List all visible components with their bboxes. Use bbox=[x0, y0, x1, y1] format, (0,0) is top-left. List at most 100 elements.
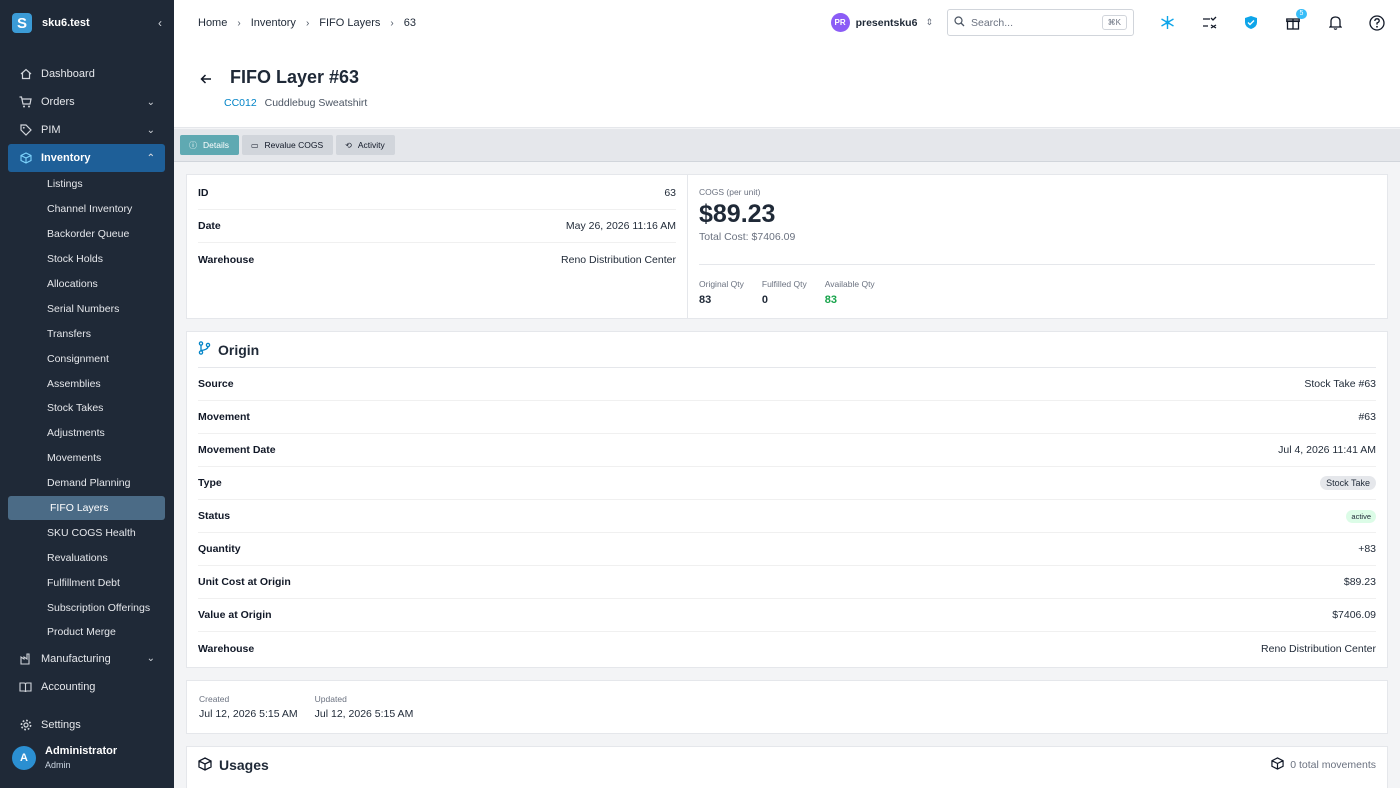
sidebar-sub-stock-takes[interactable]: Stock Takes bbox=[8, 396, 165, 421]
sidebar-sub-serial-numbers[interactable]: Serial Numbers bbox=[8, 296, 165, 321]
sidebar-sub-stock-holds[interactable]: Stock Holds bbox=[8, 247, 165, 272]
created-block: Created Jul 12, 2026 5:15 AM bbox=[199, 694, 298, 720]
breadcrumb-inventory[interactable]: Inventory bbox=[251, 17, 296, 29]
sidebar-item-inventory[interactable]: Inventory ⌃ bbox=[8, 144, 165, 172]
book-icon bbox=[19, 680, 32, 693]
user-menu[interactable]: A Administrator Admin bbox=[12, 745, 117, 770]
back-arrow-icon[interactable] bbox=[200, 72, 212, 88]
box-icon bbox=[198, 756, 212, 774]
movement-link[interactable]: #63 bbox=[1358, 411, 1376, 423]
sidebar: S sku6.test ‹ Dashboard Orders ⌄ PIM ⌄ I… bbox=[0, 0, 174, 788]
summary-details: ID 63 Date May 26, 2026 11:16 AM Warehou… bbox=[187, 177, 687, 276]
top-bar-actions: PR presentsku6 ⇕ Search... ⌘K 5 bbox=[830, 8, 1386, 36]
breadcrumb-fifo-layers[interactable]: FIFO Layers bbox=[319, 17, 380, 29]
origin-row-status: Status active bbox=[198, 500, 1376, 533]
tab-details[interactable]: ⓘ Details bbox=[180, 135, 239, 155]
chevron-up-icon: ⌃ bbox=[146, 152, 155, 164]
sidebar-sub-fulfillment-debt[interactable]: Fulfillment Debt bbox=[8, 570, 165, 595]
user-name: Administrator bbox=[45, 745, 118, 757]
usages-card: Usages 0 total movements bbox=[186, 746, 1388, 788]
updated-block: Updated Jul 12, 2026 5:15 AM bbox=[314, 694, 414, 720]
sidebar-sub-subscription-offerings[interactable]: Subscription Offerings bbox=[8, 595, 165, 620]
origin-row-value: Value at Origin $7406.09 bbox=[198, 599, 1376, 632]
origin-title: Origin bbox=[218, 341, 260, 358]
avatar: A bbox=[12, 745, 36, 770]
usages-header: Usages 0 total movements bbox=[198, 747, 1376, 783]
detail-row-warehouse: Warehouse Reno Distribution Center bbox=[198, 253, 676, 266]
breadcrumb-home[interactable]: Home bbox=[198, 17, 227, 29]
sidebar-sub-demand-planning[interactable]: Demand Planning bbox=[8, 471, 165, 496]
snowflake-icon[interactable] bbox=[1158, 14, 1176, 32]
logo: S bbox=[12, 13, 32, 33]
sidebar-item-accounting[interactable]: Accounting bbox=[8, 673, 165, 701]
box-icon bbox=[1271, 757, 1284, 773]
help-icon[interactable] bbox=[1368, 14, 1386, 32]
sidebar-item-pim[interactable]: PIM ⌄ bbox=[8, 116, 165, 144]
inventory-submenu: Listings Channel Inventory Backorder Que… bbox=[8, 172, 165, 645]
info-icon: ⓘ bbox=[189, 140, 197, 150]
cogs-value: $89.23 bbox=[699, 200, 776, 228]
home-icon bbox=[19, 68, 32, 81]
shield-icon[interactable] bbox=[1242, 14, 1260, 32]
original-qty: Original Qty 83 bbox=[699, 279, 744, 306]
origin-warehouse-link[interactable]: Reno Distribution Center bbox=[1261, 643, 1376, 655]
search-shortcut: ⌘K bbox=[1101, 15, 1127, 30]
origin-row-source: Source Stock Take #63 bbox=[198, 368, 1376, 401]
chevron-right-icon: › bbox=[237, 17, 241, 29]
tab-activity[interactable]: ⟲ Activity bbox=[336, 135, 395, 155]
sidebar-item-settings[interactable]: Settings bbox=[8, 711, 165, 739]
divider bbox=[687, 175, 688, 318]
collapse-sidebar-icon[interactable]: ‹ bbox=[158, 16, 162, 30]
chevron-down-icon: ⌄ bbox=[146, 124, 155, 136]
search-input[interactable]: Search... ⌘K bbox=[947, 9, 1134, 36]
tag-icon bbox=[19, 124, 32, 137]
sidebar-sub-fifo-layers[interactable]: FIFO Layers bbox=[8, 495, 165, 521]
chevron-down-icon: ⌄ bbox=[146, 96, 155, 108]
sidebar-item-dashboard[interactable]: Dashboard bbox=[8, 60, 165, 88]
sidebar-sub-channel-inventory[interactable]: Channel Inventory bbox=[8, 197, 165, 222]
total-cost: Total Cost: $7406.09 bbox=[699, 231, 796, 243]
sidebar-sub-assemblies[interactable]: Assemblies bbox=[8, 371, 165, 396]
origin-row-movement-date: Movement Date Jul 4, 2026 11:41 AM bbox=[198, 434, 1376, 467]
task-toggle-icon[interactable] bbox=[1200, 14, 1218, 32]
sku-link[interactable]: CC012 bbox=[224, 97, 257, 109]
org-badge: PR bbox=[830, 13, 850, 32]
origin-header: Origin bbox=[198, 332, 1376, 368]
page-subtitle: CC012 Cuddlebug Sweatshirt bbox=[224, 97, 367, 109]
bell-icon[interactable] bbox=[1326, 14, 1344, 32]
source-link[interactable]: Stock Take #63 bbox=[1304, 378, 1376, 390]
cogs-label: COGS (per unit) bbox=[699, 187, 761, 197]
search-icon bbox=[954, 15, 965, 30]
sidebar-sub-backorder-queue[interactable]: Backorder Queue bbox=[8, 222, 165, 247]
sidebar-sub-consignment[interactable]: Consignment bbox=[8, 346, 165, 371]
tab-bar: ⓘ Details ▭ Revalue COGS ⟲ Activity bbox=[174, 129, 1400, 162]
sidebar-sub-transfers[interactable]: Transfers bbox=[8, 321, 165, 346]
chevron-right-icon: › bbox=[390, 17, 394, 29]
sidebar-item-manufacturing[interactable]: Manufacturing ⌄ bbox=[8, 645, 165, 673]
chevron-right-icon: › bbox=[305, 17, 310, 29]
search-placeholder: Search... bbox=[971, 16, 1014, 29]
gear-icon bbox=[19, 719, 32, 732]
brand-name[interactable]: sku6.test bbox=[42, 17, 158, 29]
sidebar-nav: Dashboard Orders ⌄ PIM ⌄ Inventory ⌃ Lis… bbox=[8, 60, 165, 701]
usages-count: 0 total movements bbox=[1271, 757, 1376, 773]
timestamps-card: Created Jul 12, 2026 5:15 AM Updated Jul… bbox=[186, 680, 1388, 734]
org-switcher[interactable]: PR presentsku6 ⇕ bbox=[830, 13, 933, 32]
branch-icon bbox=[198, 341, 211, 358]
sidebar-sub-allocations[interactable]: Allocations bbox=[8, 272, 165, 297]
sidebar-sub-sku-cogs-health[interactable]: SKU COGS Health bbox=[8, 520, 165, 545]
sidebar-sub-adjustments[interactable]: Adjustments bbox=[8, 421, 165, 446]
detail-row-date: Date May 26, 2026 11:16 AM bbox=[198, 210, 676, 243]
sidebar-sub-product-merge[interactable]: Product Merge bbox=[8, 620, 165, 645]
chevron-updown-icon: ⇕ bbox=[925, 17, 933, 27]
sidebar-sub-revaluations[interactable]: Revaluations bbox=[8, 545, 165, 570]
gift-icon[interactable]: 5 bbox=[1284, 8, 1307, 32]
tab-revalue-cogs[interactable]: ▭ Revalue COGS bbox=[241, 135, 334, 155]
product-name: Cuddlebug Sweatshirt bbox=[264, 97, 368, 109]
sidebar-sub-listings[interactable]: Listings bbox=[8, 172, 165, 197]
sidebar-item-orders[interactable]: Orders ⌄ bbox=[8, 88, 165, 116]
warehouse-link[interactable]: Reno Distribution Center bbox=[561, 254, 676, 266]
sidebar-sub-movements[interactable]: Movements bbox=[8, 446, 165, 471]
origin-card: Origin Source Stock Take #63 Movement #6… bbox=[186, 331, 1388, 668]
gift-badge: 5 bbox=[1296, 8, 1307, 19]
